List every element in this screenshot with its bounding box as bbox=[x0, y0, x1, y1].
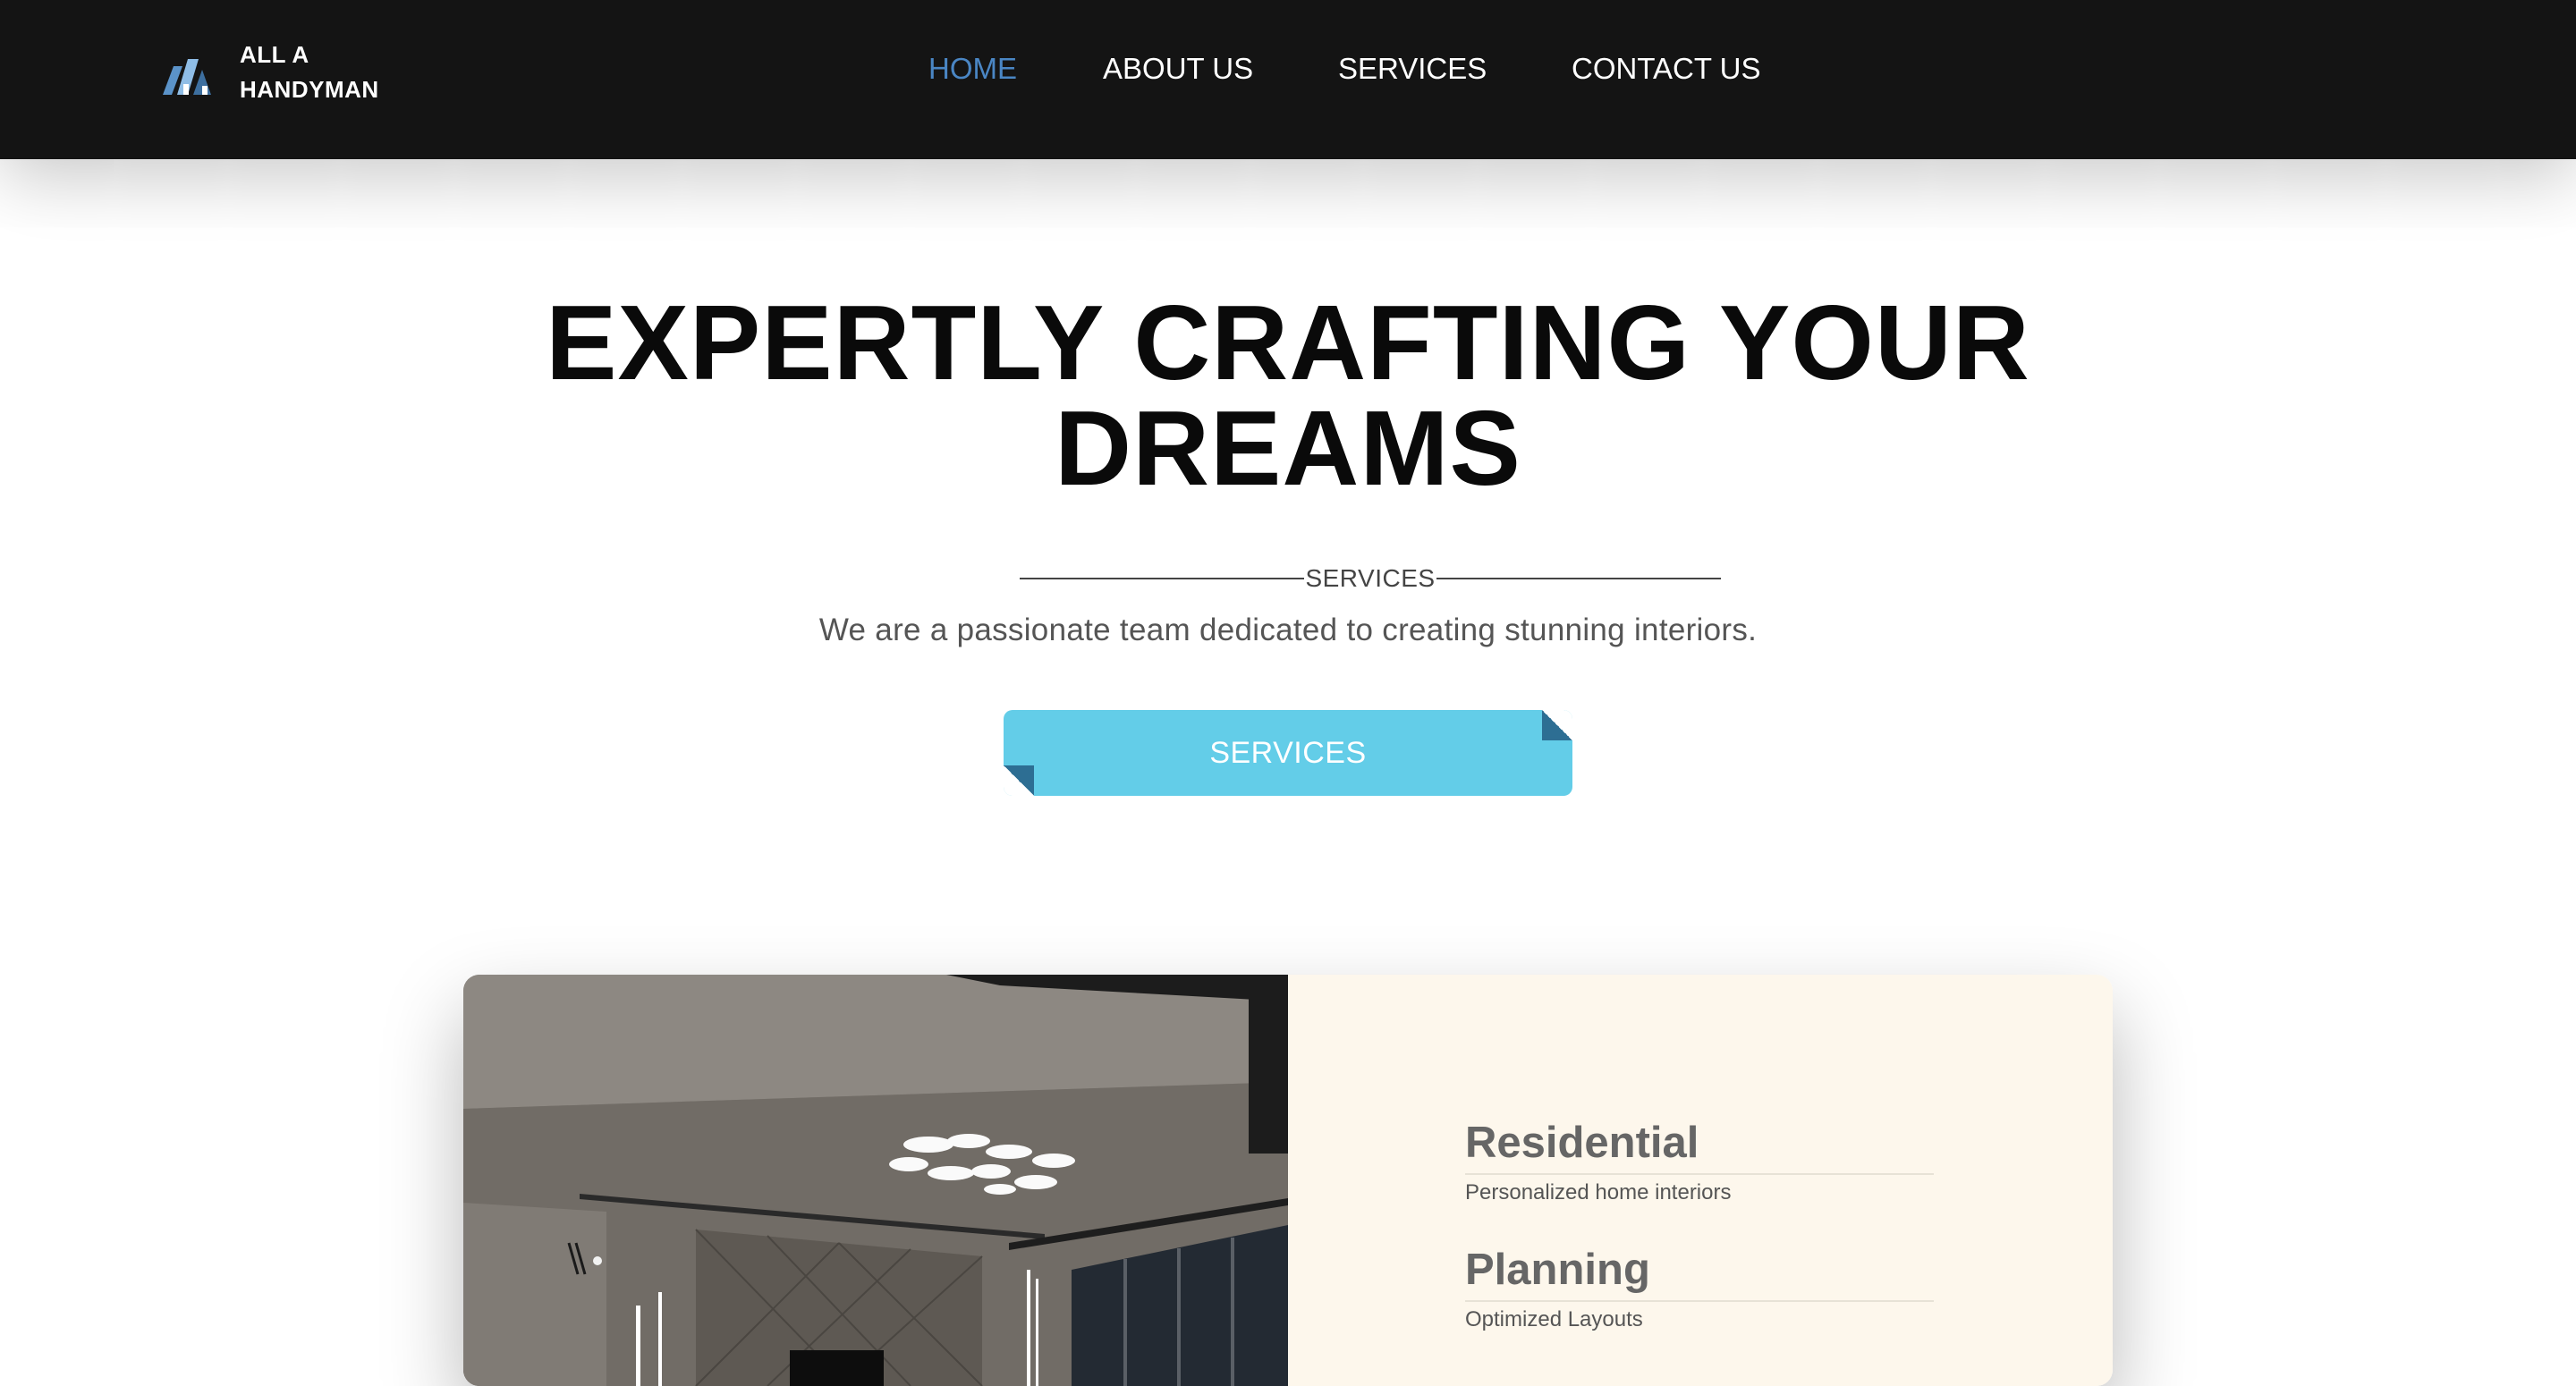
services-cta-button[interactable]: SERVICES bbox=[1004, 710, 1572, 796]
divider-line-left bbox=[1020, 578, 1305, 579]
interior-photo bbox=[463, 975, 1288, 1386]
service-title: Planning bbox=[1465, 1243, 1934, 1302]
services-panel: Residential Personalized home interiors … bbox=[1288, 975, 2113, 1386]
service-description: Optimized Layouts bbox=[1465, 1307, 1643, 1331]
divider-line-right bbox=[1436, 578, 1721, 579]
service-item-residential[interactable]: Residential Personalized home interiors bbox=[1465, 1116, 1934, 1205]
main-nav: HOME ABOUT US SERVICES CONTACT US bbox=[0, 49, 2576, 89]
service-title: Residential bbox=[1465, 1116, 1934, 1175]
hero-title-line1: EXPERTLY CRAFTING YOUR bbox=[546, 283, 2030, 402]
nav-link-services[interactable]: SERVICES bbox=[1338, 49, 1487, 89]
hero-tagline: We are a passionate team dedicated to cr… bbox=[818, 613, 1758, 647]
section-divider: SERVICES bbox=[1020, 563, 1721, 594]
site-header: ALL A HANDYMAN HOME ABOUT US SERVICES CO… bbox=[0, 0, 2576, 159]
hero-title-line2: DREAMS bbox=[1055, 389, 1521, 508]
service-description: Personalized home interiors bbox=[1465, 1180, 1732, 1204]
corner-fold-top-right bbox=[1542, 710, 1572, 740]
section-label: SERVICES bbox=[1305, 564, 1436, 592]
nav-link-home[interactable]: HOME bbox=[928, 49, 1017, 89]
cta-label: SERVICES bbox=[1209, 735, 1367, 770]
nav-link-contact-us[interactable]: CONTACT US bbox=[1572, 49, 1760, 89]
interior-photo-illustration bbox=[463, 975, 1288, 1386]
service-item-planning[interactable]: Planning Optimized Layouts bbox=[1465, 1243, 1934, 1332]
services-card: Residential Personalized home interiors … bbox=[463, 975, 2113, 1386]
hero-title: EXPERTLY CRAFTING YOUR DREAMS bbox=[0, 290, 2576, 502]
corner-fold-bottom-left bbox=[1004, 765, 1034, 796]
nav-link-about-us[interactable]: ABOUT US bbox=[1103, 49, 1253, 89]
